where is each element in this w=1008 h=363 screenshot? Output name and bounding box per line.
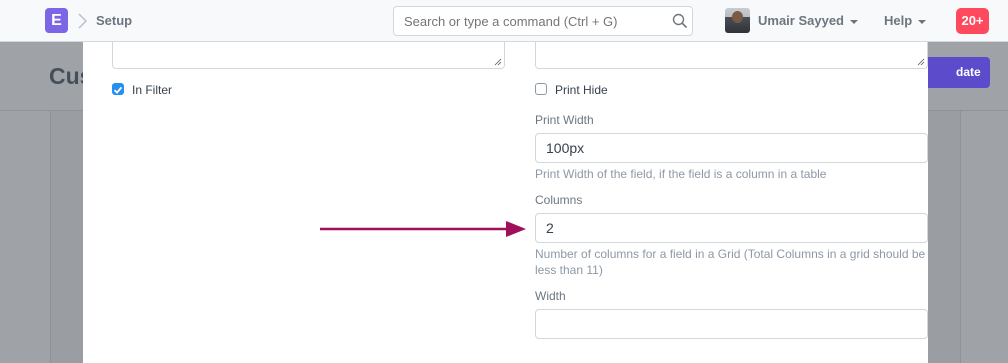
- columns-input[interactable]: [535, 213, 928, 243]
- notification-badge[interactable]: 20+: [956, 8, 989, 34]
- update-button[interactable]: date: [918, 57, 990, 88]
- columns-description: Number of columns for a field in a Grid …: [535, 247, 926, 277]
- search-icon[interactable]: [672, 13, 688, 29]
- customize-field-modal: In Filter Print Hide Print Width Print W…: [83, 42, 928, 363]
- print-width-input[interactable]: [535, 133, 928, 163]
- page-card-edge-left: [50, 111, 83, 363]
- annotation-arrow-icon: [320, 221, 526, 237]
- print-hide-checkbox[interactable]: [535, 83, 547, 95]
- breadcrumb-chevron-icon: [78, 13, 88, 29]
- app-logo[interactable]: E: [45, 8, 68, 33]
- print-hide-label: Print Hide: [555, 83, 608, 97]
- textarea-left[interactable]: [112, 42, 505, 69]
- help-menu[interactable]: Help: [884, 13, 927, 28]
- page-card-edge-right: [928, 111, 961, 363]
- in-filter-label: In Filter: [132, 83, 173, 97]
- chevron-down-icon: [850, 19, 858, 24]
- user-menu[interactable]: Umair Sayyed: [758, 13, 858, 28]
- print-width-label: Print Width: [535, 113, 594, 127]
- resize-grip-icon[interactable]: [917, 58, 925, 66]
- resize-grip-icon[interactable]: [494, 58, 502, 66]
- width-label: Width: [535, 289, 566, 303]
- in-filter-checkbox[interactable]: [112, 83, 124, 95]
- width-input[interactable]: [535, 309, 928, 339]
- checkmark-icon: [113, 86, 123, 94]
- chevron-down-icon: [918, 19, 927, 24]
- user-name: Umair Sayyed: [758, 13, 844, 28]
- print-width-description: Print Width of the field, if the field i…: [535, 167, 827, 181]
- breadcrumb-setup[interactable]: Setup: [96, 13, 132, 28]
- avatar[interactable]: [725, 8, 750, 33]
- textarea-right[interactable]: [535, 42, 928, 69]
- columns-label: Columns: [535, 193, 583, 207]
- navbar: E Setup Umair Sayyed Help 20+: [0, 0, 1008, 42]
- help-label: Help: [884, 13, 913, 28]
- search-input[interactable]: [393, 6, 693, 36]
